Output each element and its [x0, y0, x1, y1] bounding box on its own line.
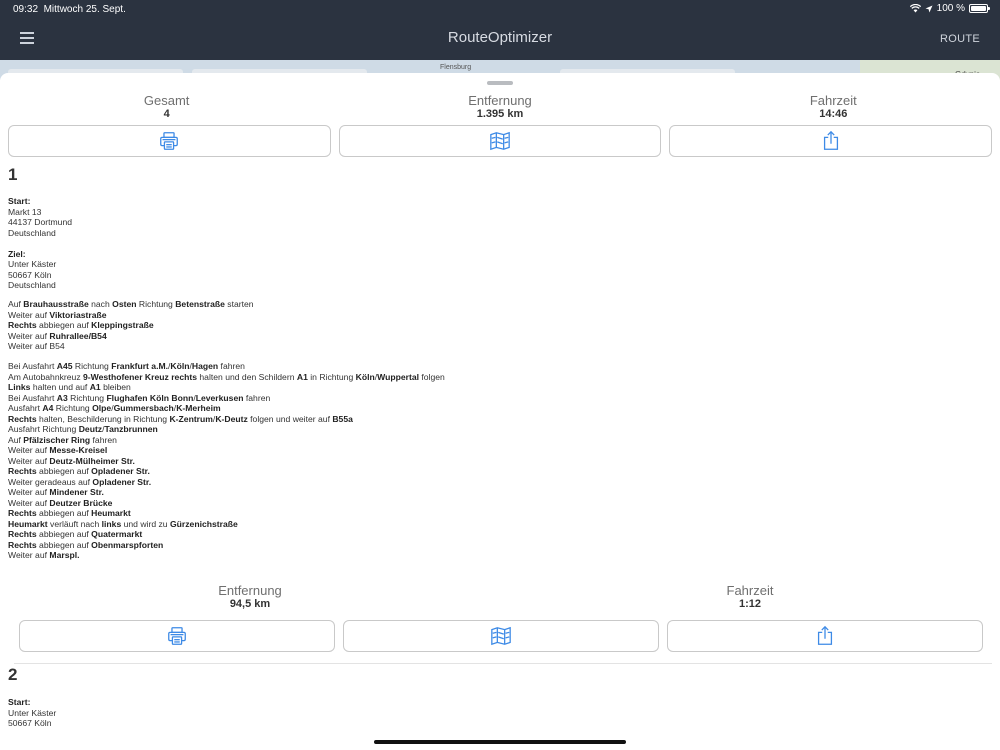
battery-percent: 100 % [936, 3, 965, 14]
direction-step: Links halten und auf A1 bleiben [8, 382, 131, 392]
printer-icon [160, 132, 179, 150]
summary-distance: Entfernung 1.395 km [468, 93, 532, 120]
leg-1-directions-part-2: Bei Ausfahrt A45 Richtung Frankfurt a.M.… [8, 361, 988, 561]
leg-number: 2 [8, 665, 18, 684]
leg-divider [14, 663, 992, 664]
start-label: Start: [8, 196, 31, 206]
direction-step: Weiter auf Marspl. [8, 550, 80, 560]
leg-duration: Fahrzeit 1:12 [726, 583, 774, 610]
leg-distance: Entfernung 94,5 km [218, 583, 282, 610]
printer-icon [168, 627, 186, 645]
direction-step: Weiter auf Deutzer Brücke [8, 497, 113, 508]
summary-total: Gesamt 4 [143, 93, 190, 120]
sheet-grabber[interactable] [487, 81, 513, 85]
address-line: Unter Käster [8, 707, 57, 718]
direction-step: Bei Ausfahrt A45 Richtung Frankfurt a.M.… [8, 361, 245, 371]
direction-step: Rechts abbiegen auf Opladener Str. [8, 466, 150, 476]
direction-step: Weiter auf Viktoriastraße [8, 309, 107, 320]
direction-step: Rechts abbiegen auf Obenmarspforten [8, 539, 164, 550]
direction-step: Heumarkt verläuft nach links und wird zu… [8, 518, 238, 529]
share-button[interactable] [669, 125, 993, 157]
summary-actions [8, 125, 993, 157]
wifi-icon [909, 4, 921, 13]
leg-share-button[interactable] [667, 620, 983, 652]
direction-step: Ausfahrt A4 Richtung Olpe/Gummersbach/K-… [8, 403, 221, 413]
show-map-button[interactable] [338, 125, 662, 157]
leg-print-button[interactable] [19, 620, 335, 652]
status-time: 09:32 Mittwoch 25. Sept. [13, 4, 126, 15]
share-icon [817, 625, 833, 645]
direction-step: Auf Pfälzischer Ring fahren [8, 434, 117, 445]
direction-step: Weiter auf Mindener Str. [8, 487, 104, 497]
route-button[interactable]: ROUTE [940, 33, 980, 45]
map-icon [490, 131, 510, 151]
address-line: Unter Käster [8, 259, 57, 269]
direction-step: Rechts abbiegen auf Quatermarkt [8, 529, 143, 539]
direction-step: Ausfahrt Richtung Deutz/Tanzbrunnen [8, 424, 158, 434]
address-line: 50667 Köln [8, 718, 52, 728]
leg-1-summary: Entfernung 94,5 km Fahrzeit 1:12 [0, 583, 1000, 611]
app-header: 09:32 Mittwoch 25. Sept. 100 % RouteOpti… [0, 0, 1000, 60]
start-label: Start: [8, 697, 31, 707]
leg-1-actions [19, 620, 983, 652]
direction-step: Rechts halten, Beschilderung in Richtung… [8, 413, 353, 424]
map-icon [491, 626, 511, 646]
leg-1-addresses: Start: Markt 13 44137 Dortmund Deutschla… [8, 196, 988, 291]
print-button[interactable] [8, 125, 331, 157]
direction-step: Rechts abbiegen auf Kleppingstraße [8, 320, 154, 330]
direction-step: Weiter auf Ruhrallee/B54 [8, 330, 107, 341]
share-icon [823, 130, 838, 150]
navigation-bar: RouteOptimizer ROUTE [0, 20, 1000, 60]
direction-step: Am Autobahnkreuz 9-Westhofener Kreuz rec… [8, 371, 445, 382]
leg-number: 1 [8, 165, 18, 184]
direction-step: Weiter geradeaus auf Opladener Str. [8, 476, 152, 487]
direction-step: Rechts abbiegen auf Heumarkt [8, 508, 131, 518]
direction-step: Weiter auf Messe-Kreisel [8, 445, 108, 455]
summary-duration: Fahrzeit 14:46 [809, 93, 857, 120]
end-label: Ziel: [8, 248, 26, 259]
address-line: 50667 Köln [8, 269, 52, 280]
direction-step: Weiter auf B54 [8, 341, 65, 351]
app-title: RouteOptimizer [447, 29, 553, 46]
leg-2-addresses: Start: Unter Käster 50667 Köln [8, 697, 988, 729]
route-details-sheet: Gesamt 4 Entfernung 1.395 km Fahrzeit 14… [0, 73, 1000, 750]
leg-1-directions-part-1: Auf Brauhausstraße nach Osten Richtung B… [8, 299, 988, 352]
status-bar: 09:32 Mittwoch 25. Sept. 100 % [0, 0, 1000, 20]
location-arrow-icon [925, 5, 933, 12]
direction-step: Auf Brauhausstraße nach Osten Richtung B… [8, 299, 254, 309]
direction-step: Bei Ausfahrt A3 Richtung Flughafen Köln … [8, 392, 271, 403]
leg-map-button[interactable] [343, 620, 659, 652]
route-summary: Gesamt 4 Entfernung 1.395 km Fahrzeit 14… [0, 93, 1000, 121]
battery-icon [969, 4, 990, 13]
address-line: Deutschland [8, 280, 56, 290]
address-line: Markt 13 [8, 206, 42, 217]
home-indicator[interactable] [374, 740, 626, 744]
direction-step: Weiter auf Deutz-Mülheimer Str. [8, 455, 135, 466]
map-label-city: Flensburg [440, 64, 472, 71]
address-line: Deutschland [8, 227, 56, 238]
address-line: 44137 Dortmund [8, 217, 73, 227]
